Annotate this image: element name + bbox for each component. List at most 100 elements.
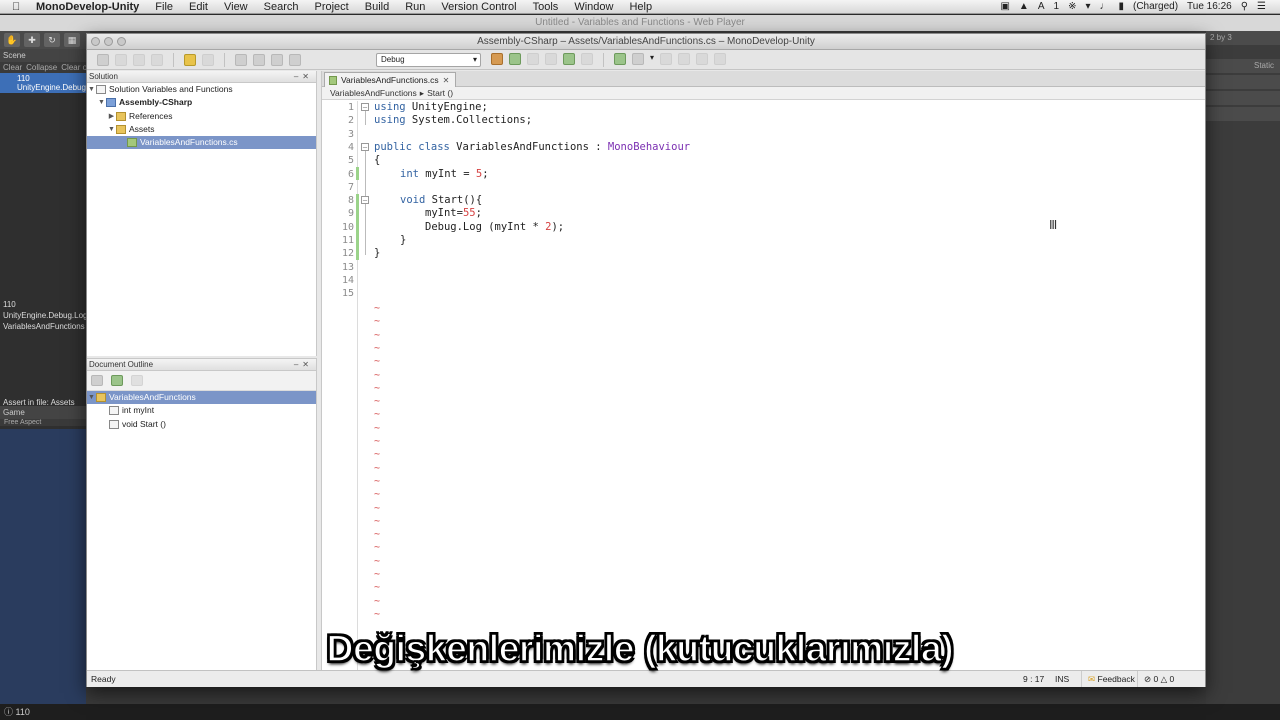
outline-field[interactable]: int myInt <box>87 404 316 417</box>
battery-icon[interactable]: ▮ <box>1118 1 1124 12</box>
tree-assets[interactable]: ▼ Assets <box>87 123 316 136</box>
apple-icon[interactable]:  <box>12 1 26 13</box>
unity-toolbar: ✋ ✚ ↻ ▦ <box>0 31 90 49</box>
adobe-icon[interactable]: A <box>1038 1 1045 12</box>
expand-triangle-icon[interactable]: ▼ <box>87 391 96 404</box>
build-configuration-select[interactable]: Debug ▾ <box>376 53 481 67</box>
rebuild-icon[interactable] <box>509 53 521 65</box>
scale-tool-icon[interactable]: ▦ <box>64 33 80 47</box>
zoom-window-button[interactable] <box>117 37 126 46</box>
pane-controls[interactable]: –✕ <box>294 359 313 371</box>
close-window-button[interactable] <box>91 37 100 46</box>
pane-controls[interactable]: –✕ <box>294 71 313 83</box>
menu-project[interactable]: Project <box>315 1 349 13</box>
undo-icon[interactable] <box>184 53 196 66</box>
redo-icon[interactable] <box>202 53 214 66</box>
tree-project[interactable]: ▼ Assembly-CSharp <box>87 96 316 109</box>
stop-icon[interactable] <box>581 53 593 65</box>
camera-icon[interactable]: ▣ <box>1000 1 1009 12</box>
tilde-marker: ~ <box>374 356 381 368</box>
save-all-icon[interactable] <box>151 53 163 66</box>
notification-icon[interactable]: ☰ <box>1257 1 1266 12</box>
console-collapse-button[interactable]: Collapse <box>26 63 57 72</box>
close-tab-icon[interactable]: ✕ <box>443 76 450 85</box>
build-icon[interactable] <box>491 53 503 65</box>
fold-toggle[interactable]: – <box>361 196 369 204</box>
menu-help[interactable]: Help <box>629 1 652 13</box>
feedback-button[interactable]: ✉ Feedback <box>1081 671 1135 687</box>
step-out-icon[interactable] <box>696 53 709 65</box>
menu-run[interactable]: Run <box>405 1 425 13</box>
step-back-icon[interactable] <box>545 53 557 65</box>
menu-window[interactable]: Window <box>574 1 613 13</box>
move-tool-icon[interactable]: ✚ <box>24 33 40 47</box>
layout-select[interactable]: 2 by 3 <box>1206 31 1280 45</box>
step-into-icon[interactable] <box>678 53 691 65</box>
cut-icon[interactable] <box>235 53 247 66</box>
menu-search[interactable]: Search <box>264 1 299 13</box>
console-entry[interactable]: 110 UnityEngine.Debug <box>0 73 86 93</box>
tree-references[interactable]: ▶ References <box>87 110 316 123</box>
clock[interactable]: Tue 16:26 <box>1187 1 1232 12</box>
attach-icon[interactable] <box>614 53 626 65</box>
new-file-icon[interactable] <box>97 53 109 66</box>
run-icon[interactable] <box>563 53 575 65</box>
paste-icon[interactable] <box>271 53 283 66</box>
open-icon[interactable] <box>115 53 127 66</box>
error-counter[interactable]: ⊘ 0 △ 0 <box>1137 671 1174 687</box>
menu-version-control[interactable]: Version Control <box>441 1 516 13</box>
insert-mode[interactable]: INS <box>1055 671 1069 687</box>
step-over-icon[interactable] <box>660 53 673 65</box>
line-number-gutter: 1 2 3 4 5 6 7 8 9 10 11 12 13 14 15 <box>322 101 358 670</box>
chevron-down-icon[interactable]: ▾ <box>650 53 654 67</box>
outline-class[interactable]: ▼ VariablesAndFunctions <box>87 391 316 405</box>
tab-variables-and-functions[interactable]: VariablesAndFunctions.cs ✕ <box>324 72 457 87</box>
menu-build[interactable]: Build <box>365 1 389 13</box>
minimize-window-button[interactable] <box>104 37 113 46</box>
console-clear-button[interactable]: Clear <box>3 63 22 72</box>
dropbox-icon[interactable]: ▲ <box>1019 1 1029 12</box>
app-menu[interactable]: MonoDevelop-Unity <box>36 1 139 13</box>
aspect-select[interactable]: Free Aspect <box>0 419 86 426</box>
step-icon[interactable] <box>527 53 539 65</box>
scene-tab[interactable]: Scene <box>0 49 86 62</box>
static-toggle[interactable]: Static <box>1206 59 1280 73</box>
bluetooth-icon[interactable]: ※ <box>1068 1 1076 12</box>
breadcrumb-class[interactable]: VariablesAndFunctions <box>330 87 417 99</box>
wifi-icon[interactable]: ▾ <box>1085 1 1090 12</box>
expand-triangle-icon[interactable]: ▼ <box>97 96 106 109</box>
list-view-icon[interactable] <box>91 375 103 386</box>
fold-toggle[interactable]: – <box>361 143 369 151</box>
fold-toggle[interactable]: – <box>361 103 369 111</box>
menu-view[interactable]: View <box>224 1 248 13</box>
expand-triangle-icon[interactable]: ▼ <box>87 83 96 96</box>
breadcrumb-method[interactable]: Start () <box>427 87 453 99</box>
hand-tool-icon[interactable]: ✋ <box>4 33 20 47</box>
tilde-marker: ~ <box>374 542 381 554</box>
menu-file[interactable]: File <box>155 1 173 13</box>
rotate-tool-icon[interactable]: ↻ <box>44 33 60 47</box>
spotlight-icon[interactable]: ⚲ <box>1241 1 1248 12</box>
expand-triangle-icon[interactable]: ▼ <box>107 123 116 136</box>
game-tab[interactable]: Game <box>0 406 86 419</box>
save-icon[interactable] <box>133 53 145 66</box>
volume-icon[interactable]: ♩ <box>1099 1 1109 12</box>
pause-icon[interactable] <box>714 53 727 65</box>
tilde-marker: ~ <box>374 436 381 447</box>
battery-status[interactable]: (Charged) <box>1133 1 1178 12</box>
sort-icon[interactable] <box>111 375 123 386</box>
delete-icon[interactable] <box>289 53 301 66</box>
copy-icon[interactable] <box>253 53 265 66</box>
tilde-marker: ~ <box>374 303 381 314</box>
input-indicator[interactable]: 1 <box>1054 1 1060 12</box>
tree-file-selected[interactable]: VariablesAndFunctions.cs <box>87 136 316 150</box>
menu-tools[interactable]: Tools <box>533 1 559 13</box>
collapsed-triangle-icon[interactable]: ▶ <box>107 110 116 123</box>
settings-icon[interactable] <box>131 375 143 386</box>
debug-options-icon[interactable] <box>632 53 644 65</box>
code-area[interactable]: 1 2 3 4 5 6 7 8 9 10 11 12 13 14 15 – – – using UnityE… <box>322 101 1206 670</box>
menu-edit[interactable]: Edit <box>189 1 208 13</box>
console-clear-on-play-button[interactable]: Clear on <box>61 63 86 72</box>
outline-method[interactable]: void Start () <box>87 418 316 431</box>
tree-solution[interactable]: ▼ Solution Variables and Functions <box>87 83 316 96</box>
